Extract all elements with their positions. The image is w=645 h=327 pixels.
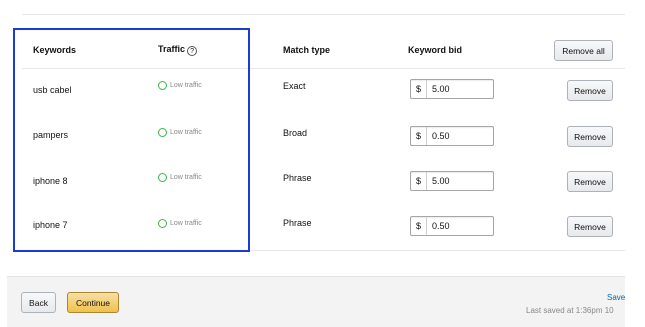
match-type-cell: Phrase	[283, 173, 312, 183]
bid-input[interactable]: $5.00	[410, 79, 494, 99]
remove-all-button[interactable]: Remove all	[554, 40, 613, 61]
match-type-cell: Broad	[283, 128, 308, 138]
bid-value[interactable]: 5.00	[427, 172, 450, 190]
bid-input[interactable]: $0.50	[410, 216, 494, 236]
currency-symbol: $	[411, 127, 427, 145]
match-type-cell: Exact	[283, 81, 306, 91]
top-divider	[22, 14, 625, 15]
remove-button[interactable]: Remove	[567, 171, 613, 192]
continue-button[interactable]: Continue	[67, 292, 119, 313]
remove-button[interactable]: Remove	[567, 216, 613, 237]
highlight-box	[13, 28, 250, 252]
bid-value[interactable]: 5.00	[427, 80, 450, 98]
last-saved-text: Last saved at 1:36pm 10	[526, 306, 614, 315]
currency-symbol: $	[411, 217, 427, 235]
bid-value[interactable]: 0.50	[427, 217, 450, 235]
header-match-type: Match type	[283, 45, 331, 55]
remove-button[interactable]: Remove	[567, 126, 613, 147]
remove-button[interactable]: Remove	[567, 80, 613, 101]
header-keyword-bid: Keyword bid	[408, 45, 463, 55]
currency-symbol: $	[411, 80, 427, 98]
back-button[interactable]: Back	[21, 292, 56, 313]
bid-input[interactable]: $5.00	[410, 171, 494, 191]
bid-value[interactable]: 0.50	[427, 127, 450, 145]
currency-symbol: $	[411, 172, 427, 190]
bid-input[interactable]: $0.50	[410, 126, 494, 146]
save-link[interactable]: Save	[607, 293, 625, 302]
match-type-cell: Phrase	[283, 218, 312, 228]
